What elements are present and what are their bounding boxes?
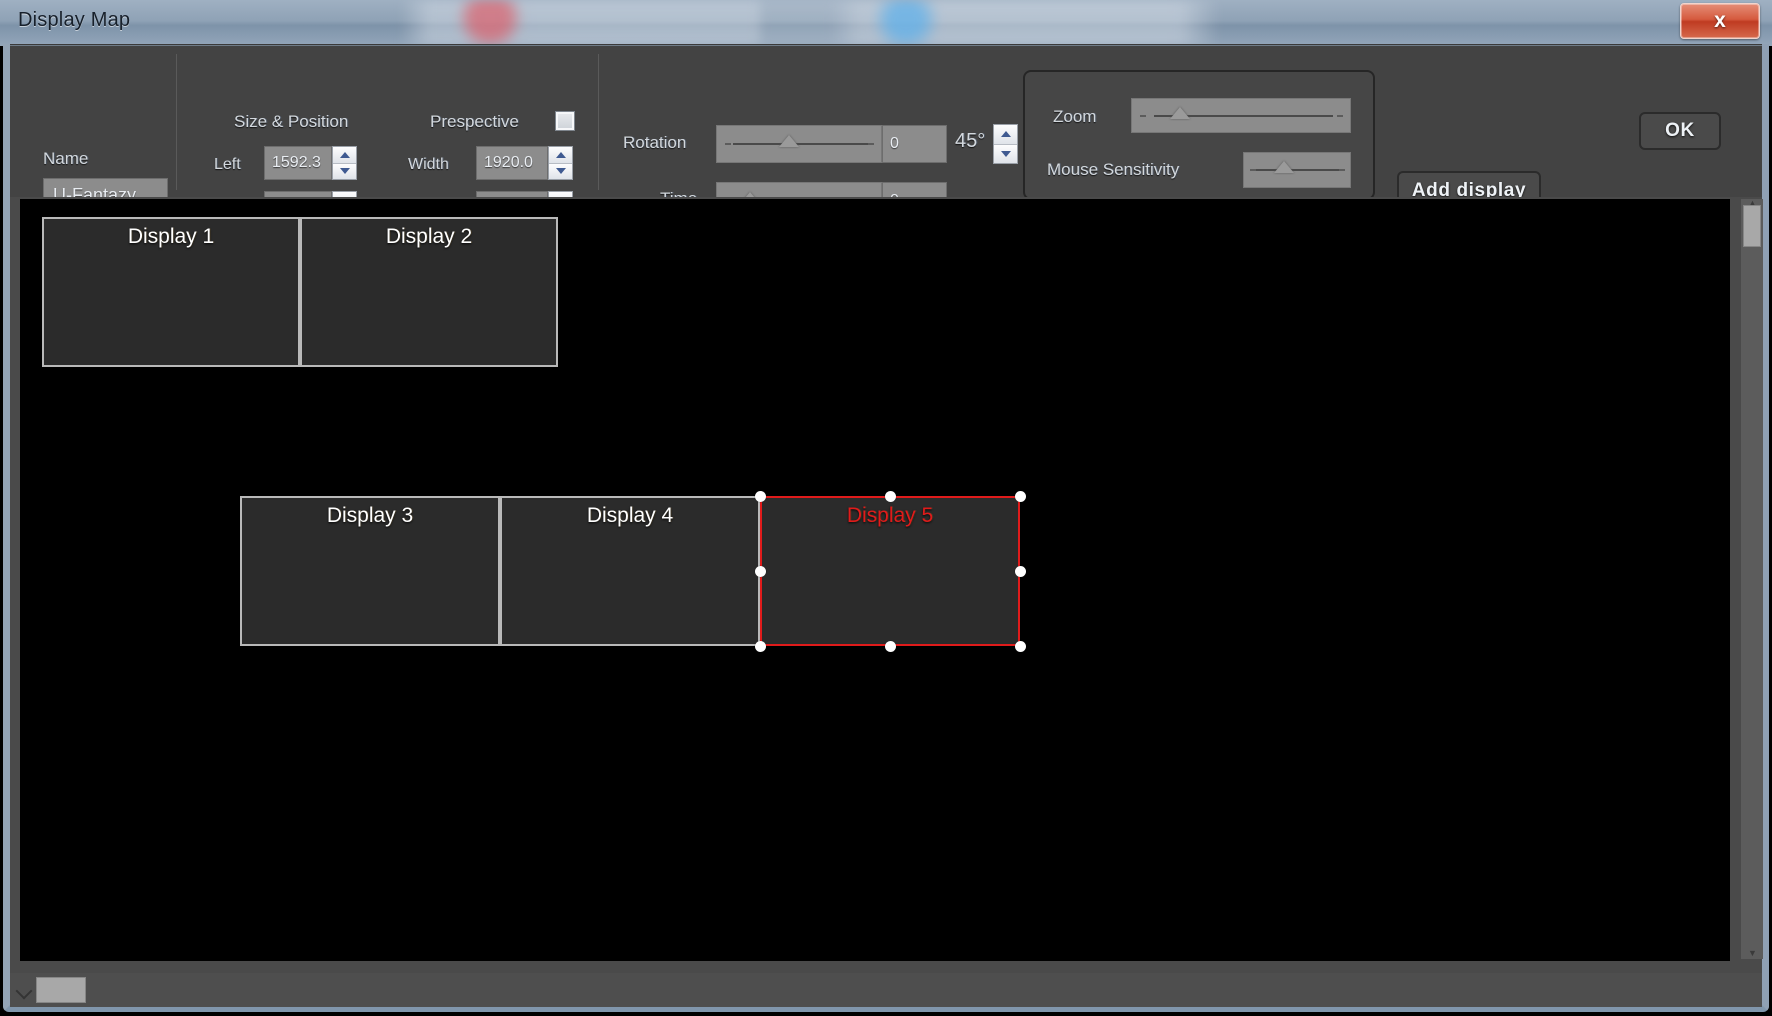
- display-rect-5[interactable]: Display 5: [760, 496, 1020, 646]
- slider-endtick-right: [1339, 169, 1345, 171]
- slider-track: [1254, 169, 1342, 171]
- panel-divider-2: [598, 54, 599, 190]
- perspective-label: Prespective: [430, 112, 519, 131]
- handle-bottom-right[interactable]: [1014, 640, 1026, 652]
- display-rect-label: Display 5: [846, 504, 934, 527]
- size-position-group-label: Size & Position: [234, 112, 349, 131]
- display-rect-label: Display 4: [586, 504, 674, 527]
- display-map-window: Display Map x Name U-Fantazy Size & Posi…: [0, 0, 1772, 1016]
- slider-endtick-right: [868, 143, 874, 145]
- window-titlebar[interactable]: Display Map x: [0, 0, 1772, 46]
- ok-button[interactable]: OK: [1639, 112, 1721, 150]
- display-map-canvas[interactable]: Display 1 Display 2 Display 3 Display 4 Disp…: [20, 199, 1730, 961]
- width-field-spinner[interactable]: [548, 146, 573, 180]
- handle-bottom-center[interactable]: [884, 640, 896, 652]
- left-field-spinner[interactable]: [332, 146, 357, 180]
- chevron-up-icon[interactable]: [994, 125, 1017, 145]
- handle-top-center[interactable]: [884, 490, 896, 502]
- slider-track: [733, 143, 868, 145]
- rotation-step-spinner[interactable]: [993, 124, 1018, 164]
- display-rect-4[interactable]: Display 4: [500, 496, 760, 646]
- toolbar: Name U-Fantazy Size & Position Prespecti…: [10, 45, 1762, 225]
- slider-endtick-right: [1337, 114, 1343, 117]
- width-field-input[interactable]: 1920.0: [476, 146, 548, 180]
- rotation-step-label: 45°: [955, 130, 986, 152]
- perspective-checkbox[interactable]: [555, 111, 575, 131]
- mouse-sensitivity-slider-thumb[interactable]: [1274, 161, 1295, 173]
- handle-top-right[interactable]: [1014, 490, 1026, 502]
- scroll-left-icon[interactable]: [15, 982, 33, 1000]
- horizontal-scrollbar-thumb[interactable]: [36, 977, 86, 1003]
- aero-glass-blur: [0, 0, 1772, 46]
- display-rect-3[interactable]: Display 3: [240, 496, 500, 646]
- zoom-label: Zoom: [1053, 107, 1097, 126]
- zoom-slider[interactable]: [1131, 98, 1351, 133]
- display-map-canvas-area: Display 1 Display 2 Display 3 Display 4 Disp…: [10, 197, 1762, 997]
- handle-bottom-left[interactable]: [754, 640, 766, 652]
- slider-endtick-left: [1140, 114, 1146, 117]
- mouse-sensitivity-slider[interactable]: [1243, 152, 1351, 188]
- display-rect-label: Display 3: [326, 504, 414, 527]
- scroll-down-icon[interactable]: ▼: [1748, 949, 1757, 958]
- mouse-sensitivity-label: Mouse Sensitivity: [1047, 160, 1180, 179]
- slider-endtick-left: [1250, 169, 1256, 171]
- vertical-scrollbar-thumb[interactable]: [1743, 205, 1761, 247]
- vertical-scrollbar[interactable]: ▲ ▼: [1741, 199, 1763, 959]
- left-field-label: Left: [214, 156, 241, 173]
- left-field-input[interactable]: 1592.3: [264, 146, 332, 180]
- chevron-down-icon[interactable]: [333, 163, 356, 179]
- name-label: Name: [43, 149, 89, 168]
- chevron-up-icon[interactable]: [549, 147, 572, 164]
- window-title: Display Map: [18, 9, 131, 31]
- chevron-down-icon[interactable]: [994, 144, 1017, 163]
- display-rect-label: Display 1: [127, 225, 215, 248]
- slider-endtick-left: [725, 143, 731, 145]
- rotation-slider-thumb[interactable]: [779, 135, 800, 147]
- panel-divider-1: [176, 54, 177, 190]
- zoom-slider-thumb[interactable]: [1169, 106, 1190, 119]
- chevron-down-icon[interactable]: [549, 163, 572, 179]
- close-icon[interactable]: x: [1680, 3, 1760, 39]
- handle-middle-left[interactable]: [754, 565, 766, 577]
- width-field-label: Width: [408, 156, 449, 173]
- display-rect-2[interactable]: Display 2: [300, 217, 558, 367]
- chevron-up-icon[interactable]: [333, 147, 356, 164]
- display-rect-label: Display 2: [385, 225, 473, 248]
- rotation-value[interactable]: 0: [882, 125, 947, 163]
- view-settings-group: Zoom Mouse Sensitivity: [1023, 70, 1375, 200]
- rotation-label: Rotation: [623, 133, 687, 152]
- horizontal-scrollbar[interactable]: [10, 973, 1762, 1007]
- display-rect-1[interactable]: Display 1: [42, 217, 300, 367]
- handle-middle-right[interactable]: [1014, 565, 1026, 577]
- handle-top-left[interactable]: [754, 490, 766, 502]
- rotation-slider[interactable]: [716, 125, 882, 163]
